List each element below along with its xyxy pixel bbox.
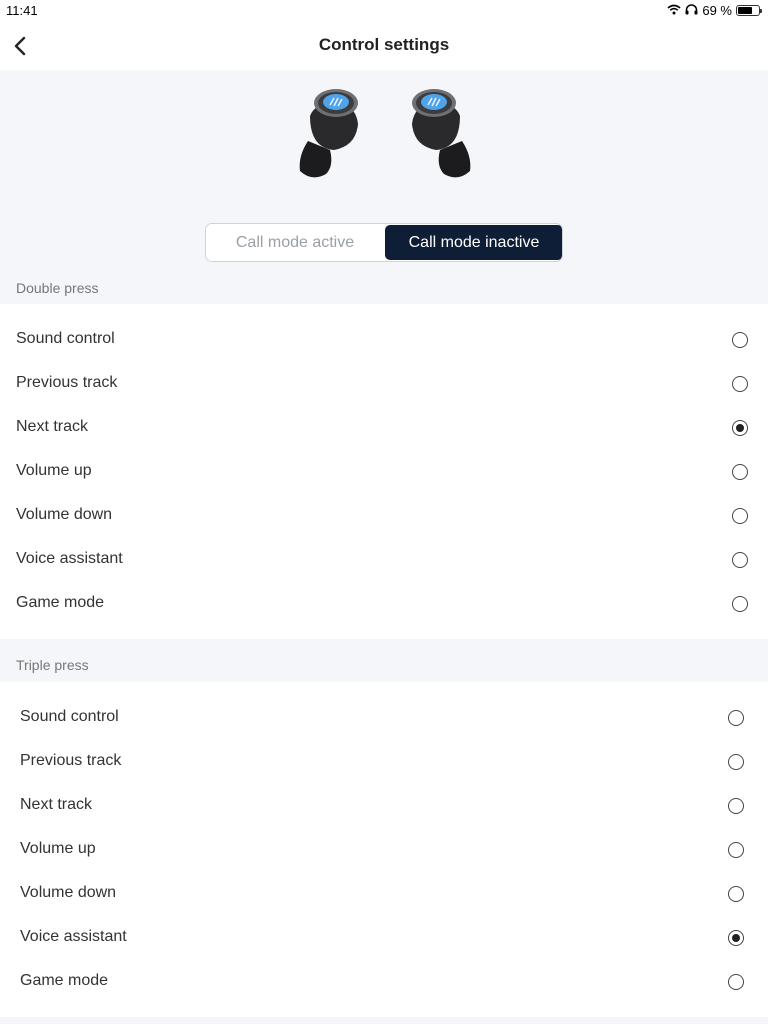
status-time: 11:41 [6, 3, 38, 18]
option-label: Game mode [16, 594, 105, 611]
option-label: Game mode [20, 972, 109, 989]
option-label: Next track [16, 418, 89, 435]
option-row[interactable]: Volume down [0, 872, 768, 916]
option-label: Volume down [16, 506, 113, 523]
radio-button[interactable] [732, 552, 748, 568]
radio-button[interactable] [732, 376, 748, 392]
battery-icon [736, 5, 762, 16]
call-mode-inactive-tab[interactable]: Call mode inactive [385, 225, 562, 260]
radio-button[interactable] [732, 464, 748, 480]
option-label: Volume up [20, 840, 96, 857]
option-row[interactable]: Voice assistant [0, 916, 768, 960]
option-row[interactable]: Sound control [0, 696, 768, 740]
battery-fill [738, 7, 752, 14]
option-label: Volume up [16, 462, 92, 479]
option-row[interactable]: Sound control [0, 318, 768, 362]
battery-percent: 69 % [702, 3, 732, 18]
option-label: Sound control [20, 708, 119, 725]
double-press-header: Double press [0, 271, 768, 304]
option-label: Next track [20, 796, 93, 813]
right-earbud-icon [412, 89, 471, 178]
status-bar: 11:41 69 % [0, 0, 768, 22]
radio-button[interactable] [728, 974, 744, 990]
option-row[interactable]: Next track [0, 406, 768, 450]
option-row[interactable]: Voice assistant [0, 538, 768, 582]
page-title: Control settings [318, 35, 450, 54]
product-hero: Call mode active Call mode inactive [0, 70, 768, 275]
option-label: Sound control [16, 330, 115, 347]
radio-button[interactable] [732, 508, 748, 524]
option-row[interactable]: Volume down [0, 494, 768, 538]
double-press-options: Sound control Previous track Next track Vol… [0, 304, 768, 639]
option-row[interactable]: Volume up [0, 450, 768, 494]
option-label: Previous track [16, 374, 118, 391]
option-label: Voice assistant [20, 928, 127, 945]
headphones-icon [685, 3, 698, 18]
radio-button[interactable] [728, 842, 744, 858]
radio-button[interactable] [732, 420, 748, 436]
option-row[interactable]: Game mode [0, 960, 768, 1004]
option-row[interactable]: Game mode [0, 582, 768, 626]
section-title: Triple press [16, 657, 89, 673]
option-label: Voice assistant [16, 550, 123, 567]
call-mode-toggle: Call mode active Call mode inactive [205, 223, 563, 262]
navigation-bar: Control settings [0, 22, 768, 70]
triple-press-options: Sound control Previous track Next track Vol… [0, 682, 768, 1017]
option-label: Previous track [20, 752, 122, 769]
call-mode-active-tab[interactable]: Call mode active [206, 224, 384, 261]
radio-button[interactable] [728, 930, 744, 946]
earbuds-image [299, 89, 471, 178]
option-row[interactable]: Previous track [0, 740, 768, 784]
radio-button[interactable] [728, 710, 744, 726]
wifi-icon [667, 3, 681, 18]
option-label: Volume down [20, 884, 117, 901]
radio-button[interactable] [728, 886, 744, 902]
radio-button[interactable] [732, 332, 748, 348]
option-row[interactable]: Volume up [0, 828, 768, 872]
radio-button[interactable] [732, 596, 748, 612]
option-row[interactable]: Previous track [0, 362, 768, 406]
triple-press-header: Triple press [0, 648, 768, 681]
radio-button[interactable] [728, 798, 744, 814]
left-earbud-icon [299, 89, 358, 178]
section-title: Double press [16, 280, 99, 296]
option-row[interactable]: Next track [0, 784, 768, 828]
radio-button[interactable] [728, 754, 744, 770]
